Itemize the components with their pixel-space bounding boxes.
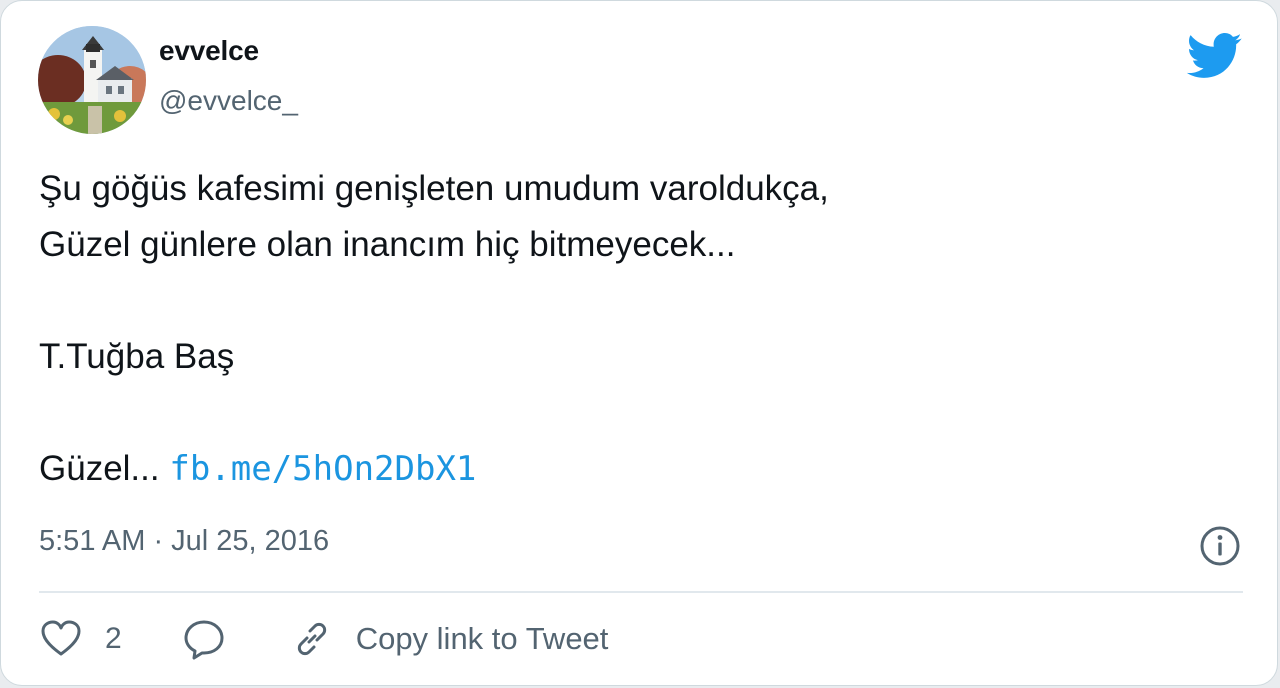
- tweet-line: Güzel günlere olan inancım hiç bitmeyece…: [39, 225, 736, 264]
- like-count: 2: [105, 622, 122, 655]
- twitter-bird-icon[interactable]: [1187, 33, 1243, 79]
- copy-link-label: Copy link to Tweet: [355, 621, 609, 656]
- info-icon[interactable]: [1198, 524, 1242, 568]
- tweet-line-text: Güzel...: [39, 449, 160, 488]
- copy-link-button[interactable]: Copy link to Tweet: [290, 617, 609, 661]
- tweet-actions: 2 Copy link to Tweet: [39, 611, 608, 667]
- link-icon: [297, 622, 326, 656]
- divider: [39, 591, 1243, 593]
- tweet-timestamp[interactable]: 5:51 AM · Jul 25, 2016: [39, 525, 329, 558]
- heart-icon: [41, 620, 81, 656]
- tweet-line: Şu göğüs kafesimi genişleten umudum varo…: [39, 169, 829, 208]
- lighthouse-avatar-image: [38, 26, 146, 134]
- avatar[interactable]: [38, 26, 146, 134]
- display-name[interactable]: evvelce: [159, 35, 259, 67]
- reply-button[interactable]: [182, 617, 226, 661]
- tweet-last-line: Güzel... fb.me/5hOn2DbX1: [39, 441, 1229, 497]
- tweet-link[interactable]: fb.me/5hOn2DbX1: [169, 449, 476, 489]
- tweet-line: [39, 273, 1229, 329]
- like-button[interactable]: 2: [39, 617, 182, 661]
- tweet-text: Şu göğüs kafesimi genişleten umudum varo…: [39, 161, 1229, 497]
- user-handle[interactable]: @evvelce_: [159, 85, 298, 117]
- tweet-line: [39, 385, 1229, 441]
- reply-bubble-icon: [184, 620, 224, 660]
- tweet-line: T.Tuğba Baş: [39, 337, 235, 376]
- tweet-card: evvelce @evvelce_ Şu göğüs kafesimi geni…: [0, 0, 1278, 686]
